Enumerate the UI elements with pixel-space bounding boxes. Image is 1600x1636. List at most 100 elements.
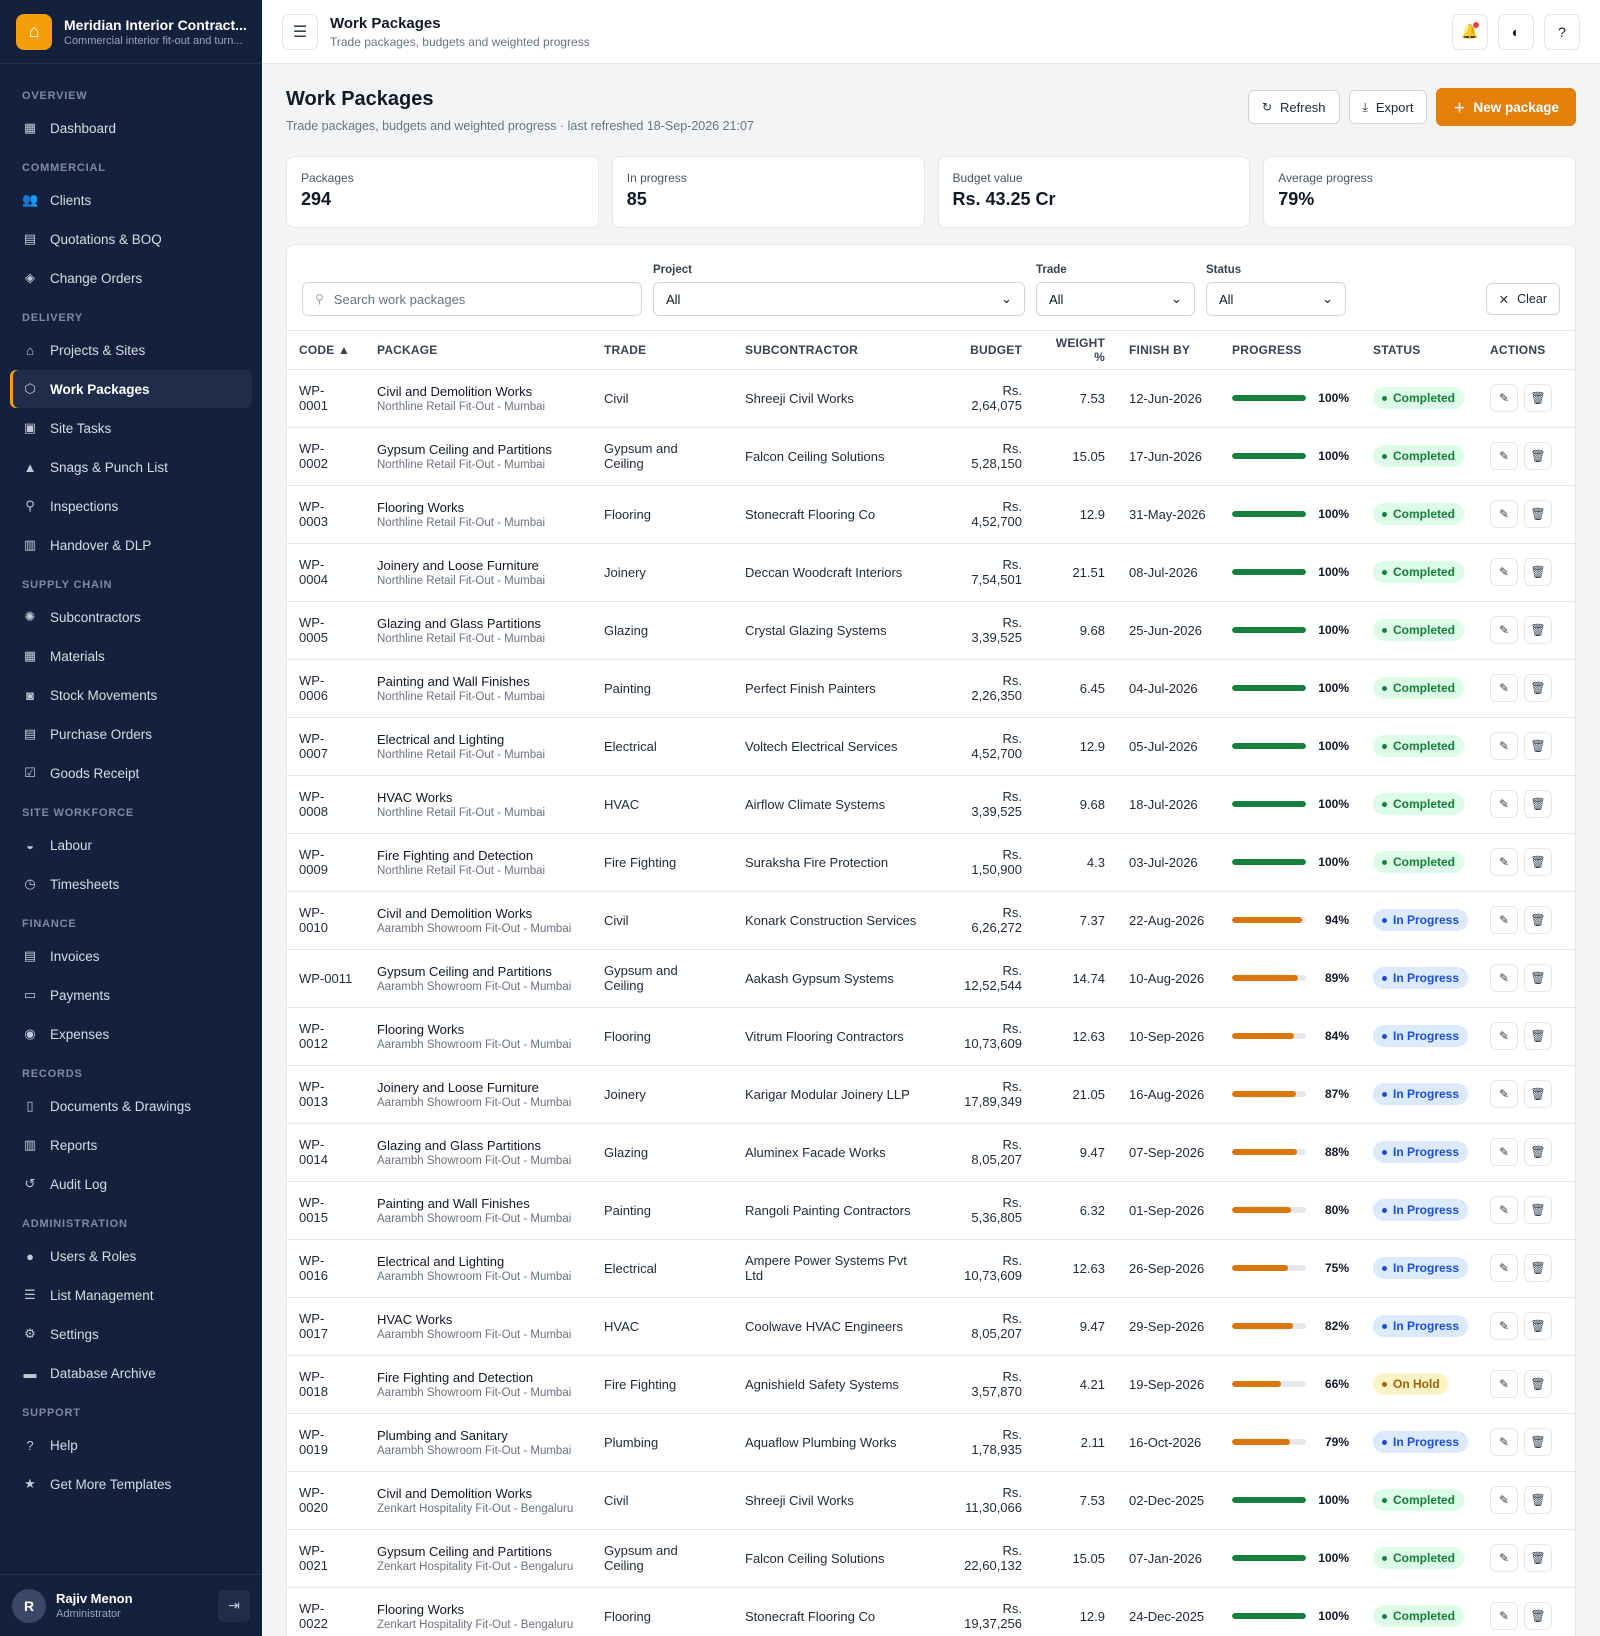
table-row[interactable]: WP-0017 HVAC Works Aarambh Showroom Fit-Ou… <box>287 1297 1575 1356</box>
trash-icon[interactable]: 🗑 <box>1524 1022 1552 1050</box>
package-name[interactable]: Glazing and Glass Partitions <box>377 616 580 631</box>
table-row[interactable]: WP-0021 Gypsum Ceiling and Partitions Zenk… <box>287 1529 1575 1588</box>
brand[interactable]: ⌂ Meridian Interior Contract... Commerci… <box>0 0 262 64</box>
sidebar-item-materials[interactable]: ▦ Materials <box>10 637 252 675</box>
sidebar-item-snags-punch-list[interactable]: ▲ Snags & Punch List <box>10 448 252 486</box>
table-row[interactable]: WP-0007 Electrical and Lighting Northline … <box>287 717 1575 776</box>
table-row[interactable]: WP-0018 Fire Fighting and Detection Aaramb… <box>287 1355 1575 1414</box>
package-name[interactable]: Fire Fighting and Detection <box>377 848 580 863</box>
package-name[interactable]: Flooring Works <box>377 1602 580 1617</box>
table-row[interactable]: WP-0015 Painting and Wall Finishes Aarambh… <box>287 1181 1575 1240</box>
table-row[interactable]: WP-0004 Joinery and Loose Furniture Northl… <box>287 543 1575 602</box>
trash-icon[interactable]: 🗑 <box>1524 500 1552 528</box>
package-name[interactable]: Glazing and Glass Partitions <box>377 1138 580 1153</box>
trade-select[interactable]: All ⌄ <box>1036 282 1195 316</box>
sidebar-item-payments[interactable]: ▭ Payments <box>10 976 252 1014</box>
table-row[interactable]: WP-0001 Civil and Demolition Works Northli… <box>287 369 1575 428</box>
edit-icon[interactable]: ✎ <box>1490 1254 1518 1282</box>
package-name[interactable]: HVAC Works <box>377 790 580 805</box>
trash-icon[interactable]: 🗑 <box>1524 1428 1552 1456</box>
sidebar-item-labour[interactable]: ◒ Labour <box>10 826 252 864</box>
trash-icon[interactable]: 🗑 <box>1524 790 1552 818</box>
sidebar-item-clients[interactable]: 👥 Clients <box>10 181 252 219</box>
clear-button[interactable]: ✕ Clear <box>1485 283 1560 315</box>
edit-icon[interactable]: ✎ <box>1490 1138 1518 1166</box>
sidebar-item-purchase-orders[interactable]: ▤ Purchase Orders <box>10 715 252 753</box>
table-row[interactable]: WP-0014 Glazing and Glass Partitions Aaram… <box>287 1123 1575 1182</box>
package-name[interactable]: Joinery and Loose Furniture <box>377 558 580 573</box>
edit-icon[interactable]: ✎ <box>1490 1080 1518 1108</box>
trash-icon[interactable]: 🗑 <box>1524 1370 1552 1398</box>
table-row[interactable]: WP-0016 Electrical and Lighting Aarambh Sh… <box>287 1239 1575 1298</box>
sidebar-item-site-tasks[interactable]: ▣ Site Tasks <box>10 409 252 447</box>
sidebar-item-work-packages[interactable]: ⬡ Work Packages <box>10 370 252 408</box>
trash-icon[interactable]: 🗑 <box>1524 442 1552 470</box>
sidebar-item-subcontractors[interactable]: ✺ Subcontractors <box>10 598 252 636</box>
trash-icon[interactable]: 🗑 <box>1524 384 1552 412</box>
project-select[interactable]: All ⌄ <box>653 282 1025 316</box>
package-name[interactable]: Fire Fighting and Detection <box>377 1370 580 1385</box>
edit-icon[interactable]: ✎ <box>1490 848 1518 876</box>
edit-icon[interactable]: ✎ <box>1490 1312 1518 1340</box>
table-row[interactable]: WP-0002 Gypsum Ceiling and Partitions Nort… <box>287 427 1575 486</box>
package-name[interactable]: Gypsum Ceiling and Partitions <box>377 964 580 979</box>
table-row[interactable]: WP-0005 Glazing and Glass Partitions North… <box>287 601 1575 660</box>
table-row[interactable]: WP-0019 Plumbing and Sanitary Aarambh Show… <box>287 1413 1575 1472</box>
trash-icon[interactable]: 🗑 <box>1524 732 1552 760</box>
theme-icon[interactable]: ◐ <box>1498 13 1534 50</box>
export-button[interactable]: ⤓ Export <box>1348 90 1428 124</box>
package-name[interactable]: Electrical and Lighting <box>377 1254 580 1269</box>
package-name[interactable]: Painting and Wall Finishes <box>377 1196 580 1211</box>
package-name[interactable]: Civil and Demolition Works <box>377 906 580 921</box>
edit-icon[interactable]: ✎ <box>1490 558 1518 586</box>
package-name[interactable]: Gypsum Ceiling and Partitions <box>377 442 580 457</box>
edit-icon[interactable]: ✎ <box>1490 500 1518 528</box>
edit-icon[interactable]: ✎ <box>1490 790 1518 818</box>
bell-icon[interactable]: 🔔 <box>1452 13 1488 50</box>
sidebar-item-audit-log[interactable]: ↺ Audit Log <box>10 1165 252 1203</box>
edit-icon[interactable]: ✎ <box>1490 964 1518 992</box>
avatar[interactable]: R <box>12 1588 46 1623</box>
package-name[interactable]: Flooring Works <box>377 1022 580 1037</box>
trash-icon[interactable]: 🗑 <box>1524 1080 1552 1108</box>
sidebar-item-goods-receipt[interactable]: ☑ Goods Receipt <box>10 754 252 792</box>
search-input[interactable]: ⚲ Search work packages <box>302 282 642 316</box>
trash-icon[interactable]: 🗑 <box>1524 1254 1552 1282</box>
sidebar-item-expenses[interactable]: ◉ Expenses <box>10 1015 252 1053</box>
column-header[interactable]: CODE ▲ <box>287 331 365 370</box>
trash-icon[interactable]: 🗑 <box>1524 848 1552 876</box>
edit-icon[interactable]: ✎ <box>1490 1428 1518 1456</box>
package-name[interactable]: Civil and Demolition Works <box>377 1486 580 1501</box>
trash-icon[interactable]: 🗑 <box>1524 1312 1552 1340</box>
sidebar-item-database-archive[interactable]: ▬ Database Archive <box>10 1354 252 1392</box>
package-name[interactable]: Joinery and Loose Furniture <box>377 1080 580 1095</box>
trash-icon[interactable]: 🗑 <box>1524 1486 1552 1514</box>
table-row[interactable]: WP-0020 Civil and Demolition Works Zenkart… <box>287 1471 1575 1530</box>
edit-icon[interactable]: ✎ <box>1490 1486 1518 1514</box>
table-row[interactable]: WP-0006 Painting and Wall Finishes Northli… <box>287 659 1575 718</box>
sidebar-item-list-management[interactable]: ☰ List Management <box>10 1276 252 1314</box>
trash-icon[interactable]: 🗑 <box>1524 616 1552 644</box>
help-icon[interactable]: ? <box>1544 13 1580 50</box>
edit-icon[interactable]: ✎ <box>1490 1370 1518 1398</box>
trash-icon[interactable]: 🗑 <box>1524 964 1552 992</box>
edit-icon[interactable]: ✎ <box>1490 674 1518 702</box>
trash-icon[interactable]: 🗑 <box>1524 906 1552 934</box>
sidebar-item-dashboard[interactable]: ▦ Dashboard <box>10 109 252 147</box>
table-row[interactable]: WP-0009 Fire Fighting and Detection Northl… <box>287 833 1575 892</box>
trash-icon[interactable]: 🗑 <box>1524 1138 1552 1166</box>
sidebar-item-projects-sites[interactable]: ⌂ Projects & Sites <box>10 331 252 369</box>
sidebar-item-users-roles[interactable]: ● Users & Roles <box>10 1237 252 1275</box>
trash-icon[interactable]: 🗑 <box>1524 1602 1552 1630</box>
logout-icon[interactable]: ⇥ <box>218 1589 250 1622</box>
sidebar-item-documents-drawings[interactable]: ▯ Documents & Drawings <box>10 1087 252 1125</box>
table-row[interactable]: WP-0012 Flooring Works Aarambh Showroom Fi… <box>287 1007 1575 1066</box>
edit-icon[interactable]: ✎ <box>1490 906 1518 934</box>
edit-icon[interactable]: ✎ <box>1490 1602 1518 1630</box>
edit-icon[interactable]: ✎ <box>1490 442 1518 470</box>
sidebar-item-change-orders[interactable]: ◈ Change Orders <box>10 259 252 297</box>
package-name[interactable]: HVAC Works <box>377 1312 580 1327</box>
edit-icon[interactable]: ✎ <box>1490 732 1518 760</box>
sidebar-item-invoices[interactable]: ▤ Invoices <box>10 937 252 975</box>
refresh-button[interactable]: ↻ Refresh <box>1247 90 1340 124</box>
